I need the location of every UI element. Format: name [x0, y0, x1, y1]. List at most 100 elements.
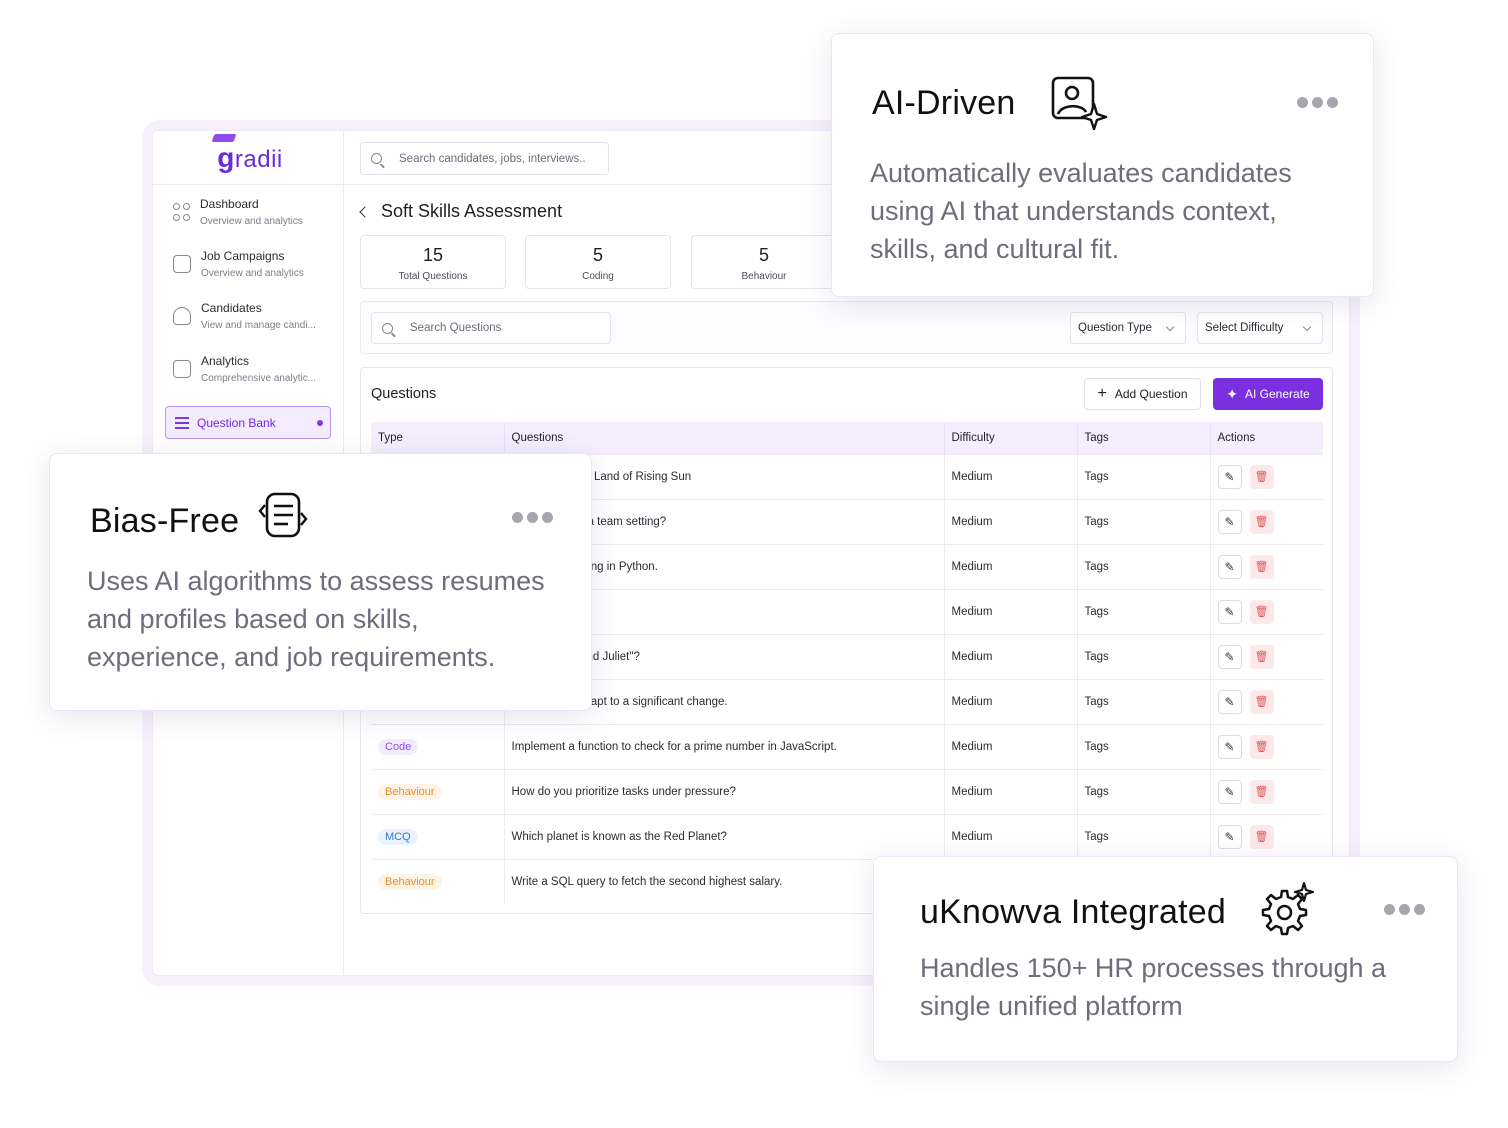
table-row[interactable]: MCQ Which planet is known as the Red Plan… [371, 813, 1323, 859]
actions-cell: ✎ 🗑 [1210, 543, 1323, 589]
select-value: Select Difficulty [1205, 322, 1284, 334]
edit-icon[interactable]: ✎ [1217, 689, 1242, 714]
trash-icon[interactable]: 🗑 [1249, 779, 1274, 804]
question-type-select[interactable]: Question Type [1070, 312, 1186, 344]
chevron-down-icon [1165, 322, 1175, 332]
stat-value: 5 [758, 245, 769, 265]
tags-cell: Tags [1077, 678, 1211, 724]
tags-cell: Tags [1077, 633, 1211, 679]
trash-icon[interactable]: 🗑 [1249, 734, 1274, 759]
sidebar-item-label: Question Bank [197, 415, 276, 430]
trash-icon[interactable]: 🗑 [1249, 509, 1274, 534]
image-sparkle-icon [1051, 76, 1108, 131]
sidebar-item-dashboard[interactable]: Dashboard Overview and analytics [167, 197, 331, 241]
sidebar-item-sublabel: View and manage candi... [201, 320, 316, 331]
type-badge: MCQ [378, 828, 418, 845]
feature-card-integrated: uKnowva Integrated Handles 150+ HR proce… [873, 856, 1458, 1062]
sidebar-item-job-campaigns[interactable]: Job Campaigns Overview and analytics [167, 249, 331, 293]
tags-cell: Tags [1077, 588, 1211, 634]
difficulty-cell: Medium [944, 723, 1078, 769]
edit-icon[interactable]: ✎ [1217, 554, 1242, 579]
stat-value: 5 [592, 245, 603, 265]
type-cell: Behaviour [371, 768, 505, 814]
card-title: Bias-Free [90, 502, 240, 540]
column-header[interactable]: Questions [504, 422, 945, 454]
search-icon [371, 153, 382, 164]
tags-cell: Tags [1077, 543, 1211, 589]
brand-name: radii [234, 145, 283, 173]
sidebar-item-sublabel: Comprehensive analytic... [201, 373, 317, 384]
actions-cell: ✎ 🗑 [1210, 723, 1323, 769]
stat-coding: 5 Coding [525, 235, 671, 289]
edit-icon[interactable]: ✎ [1217, 824, 1242, 849]
dashboard-grid-icon [173, 203, 190, 221]
edit-icon[interactable]: ✎ [1217, 509, 1242, 534]
type-cell: Behaviour [371, 858, 505, 904]
table-row[interactable]: Code Implement a function to check for a … [371, 723, 1323, 769]
edit-icon[interactable]: ✎ [1217, 779, 1242, 804]
trash-icon[interactable]: 🗑 [1249, 644, 1274, 669]
difficulty-cell: Medium [944, 453, 1078, 499]
tags-cell: Tags [1077, 768, 1211, 814]
briefcase-icon [173, 255, 191, 273]
actions-cell: ✎ 🗑 [1210, 588, 1323, 634]
stat-behaviour: 5 Behaviour [691, 235, 837, 289]
trash-icon[interactable]: 🗑 [1249, 824, 1274, 849]
actions-cell: ✎ 🗑 [1210, 678, 1323, 724]
sidebar-item-sublabel: Overview and analytics [201, 268, 304, 279]
trash-icon[interactable]: 🗑 [1249, 554, 1274, 579]
card-title: uKnowva Integrated [920, 893, 1227, 931]
edit-icon[interactable]: ✎ [1217, 599, 1242, 624]
sidebar-item-analytics[interactable]: Analytics Comprehensive analytic... [167, 354, 331, 398]
card-description: Automatically evaluates candidates using… [870, 158, 1292, 264]
back-chevron-icon[interactable] [359, 205, 371, 218]
tags-cell: Tags [1077, 723, 1211, 769]
tags-cell: Tags [1077, 498, 1211, 544]
edit-icon[interactable]: ✎ [1217, 734, 1242, 759]
trash-icon[interactable]: 🗑 [1249, 464, 1274, 489]
document-brackets-icon [258, 492, 308, 538]
difficulty-cell: Medium [944, 633, 1078, 679]
question-cell: Implement a function to check for a prim… [504, 723, 945, 769]
column-header[interactable]: Difficulty [944, 422, 1078, 454]
type-badge: Behaviour [378, 783, 442, 800]
questions-title: Questions [371, 386, 437, 402]
trash-icon[interactable]: 🗑 [1249, 689, 1274, 714]
page-header: Soft Skills Assessment [359, 201, 562, 222]
stat-value: 15 [422, 245, 444, 265]
sidebar-item-label: Candidates [201, 301, 262, 315]
type-cell: MCQ [371, 813, 505, 859]
question-search-input[interactable]: Search Questions [371, 312, 611, 344]
column-header[interactable]: Type [371, 422, 505, 454]
more-options-icon[interactable] [1384, 904, 1425, 915]
tags-cell: Tags [1077, 813, 1211, 859]
table-row[interactable]: Behaviour How do you prioritize tasks und… [371, 768, 1323, 814]
edit-icon[interactable]: ✎ [1217, 644, 1242, 669]
graduation-cap-icon [211, 133, 237, 142]
brand[interactable]: gradii [153, 131, 343, 185]
column-header: Actions [1210, 422, 1323, 454]
card-description: Uses AI algorithms to assess resumes and… [87, 566, 545, 672]
difficulty-cell: Medium [944, 588, 1078, 634]
trash-icon[interactable]: 🗑 [1249, 599, 1274, 624]
stat-label: Total Questions [398, 271, 468, 282]
add-question-button[interactable]: + Add Question [1084, 378, 1201, 410]
question-cell: Which planet is known as the Red Planet? [504, 813, 945, 859]
list-icon [175, 416, 189, 429]
difficulty-select[interactable]: Select Difficulty [1197, 312, 1323, 344]
more-options-icon[interactable] [1297, 97, 1338, 108]
sidebar-item-candidates[interactable]: Candidates View and manage candi... [167, 301, 331, 345]
gear-sparkle-icon [1261, 881, 1315, 936]
search-placeholder: Search candidates, jobs, interviews.. [399, 152, 586, 165]
edit-icon[interactable]: ✎ [1217, 464, 1242, 489]
brand-initial: g [217, 141, 235, 173]
column-header[interactable]: Tags [1077, 422, 1211, 454]
ai-generate-label: AI Generate [1245, 387, 1310, 401]
table-header-row: Type Questions Difficulty Tags Actions [371, 422, 1323, 454]
brand-logo: gradii [211, 133, 283, 174]
global-search-input[interactable]: Search candidates, jobs, interviews.. [360, 142, 609, 175]
difficulty-cell: Medium [944, 768, 1078, 814]
sidebar-item-question-bank[interactable]: Question Bank [165, 406, 331, 439]
more-options-icon[interactable] [512, 512, 553, 523]
ai-generate-button[interactable]: ✦ AI Generate [1213, 378, 1323, 410]
